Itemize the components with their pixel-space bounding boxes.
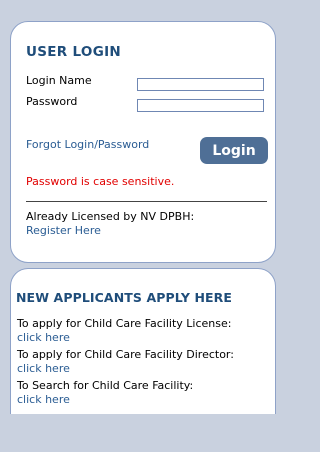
director-apply-text: To apply for Child Care Facility Directo… <box>17 348 234 361</box>
license-apply-text: To apply for Child Care Facility License… <box>17 317 232 330</box>
new-applicants-panel: NEW APPLICANTS APPLY HERE To apply for C… <box>10 268 276 414</box>
forgot-login-link[interactable]: Forgot Login/Password <box>26 138 149 151</box>
login-heading: USER LOGIN <box>26 44 122 60</box>
password-case-note: Password is case sensitive. <box>26 175 175 188</box>
search-facility-link[interactable]: click here <box>17 393 70 406</box>
login-name-input[interactable] <box>137 78 264 91</box>
applicants-heading: NEW APPLICANTS APPLY HERE <box>16 290 233 305</box>
password-input[interactable] <box>137 99 264 112</box>
login-divider <box>26 201 267 202</box>
password-label: Password <box>26 95 78 108</box>
login-button[interactable]: Login <box>200 137 268 164</box>
login-name-label: Login Name <box>26 74 92 87</box>
director-apply-link[interactable]: click here <box>17 362 70 375</box>
search-facility-text: To Search for Child Care Facility: <box>17 379 194 392</box>
user-login-panel: USER LOGIN Login Name Password Forgot Lo… <box>10 21 276 263</box>
already-licensed-text: Already Licensed by NV DPBH: <box>26 210 195 223</box>
register-link[interactable]: Register Here <box>26 224 101 237</box>
license-apply-link[interactable]: click here <box>17 331 70 344</box>
